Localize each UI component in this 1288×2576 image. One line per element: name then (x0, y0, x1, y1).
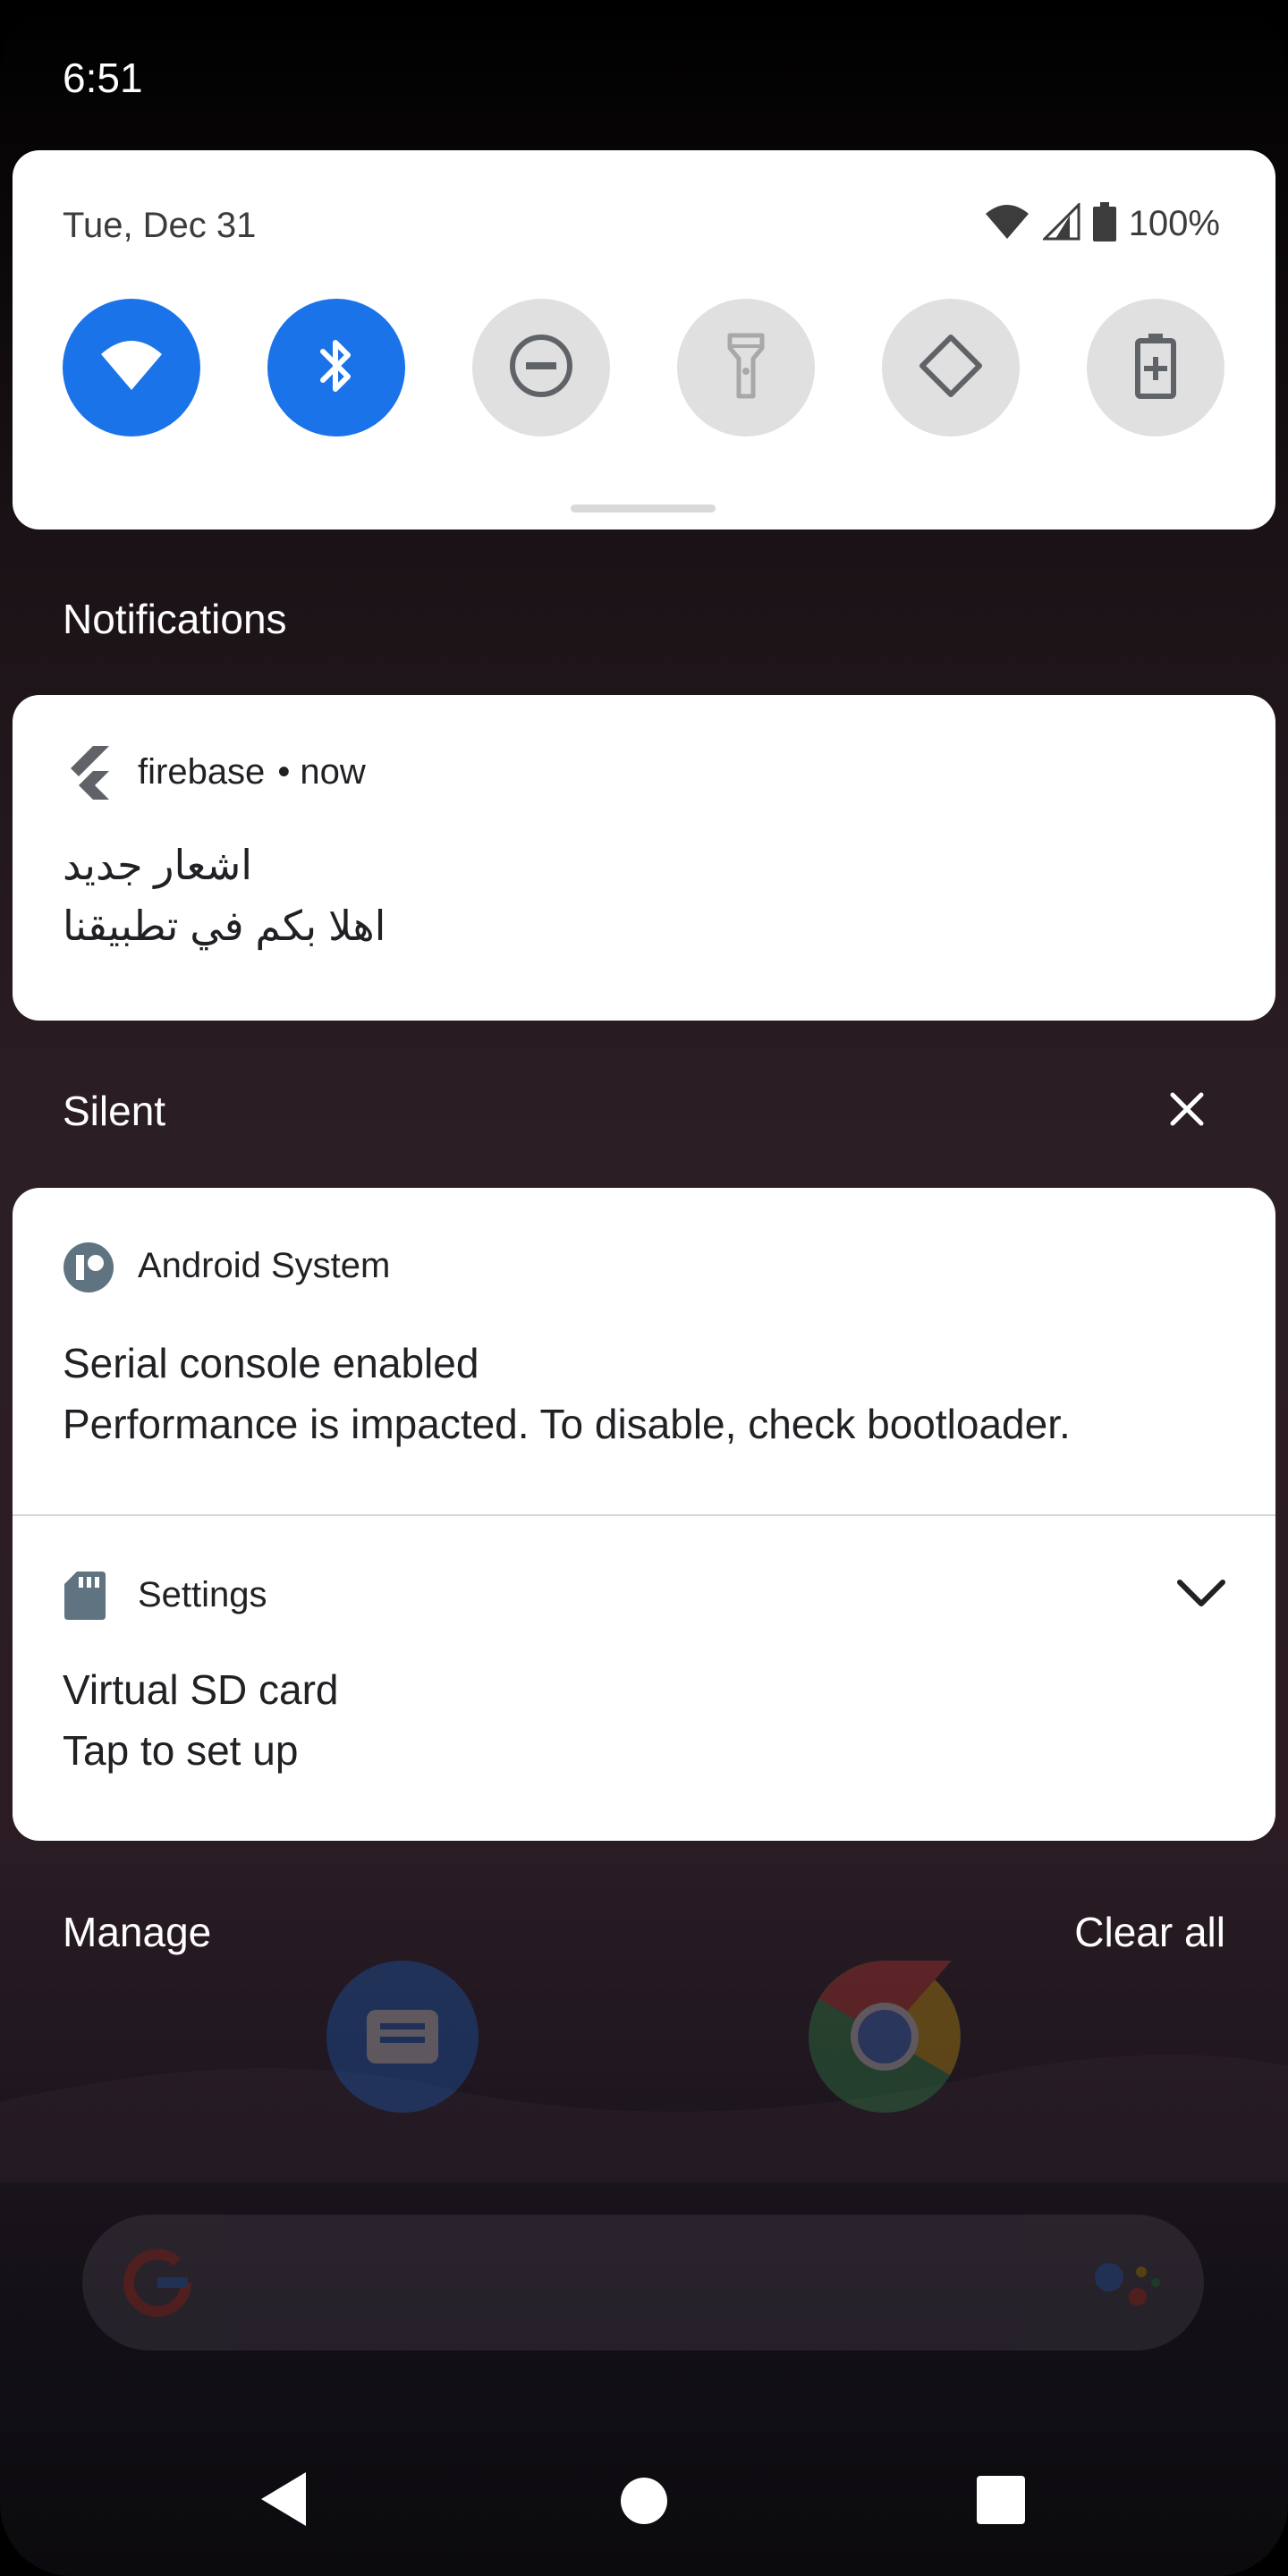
manage-button[interactable]: Manage (63, 1908, 211, 1956)
clear-all-button[interactable]: Clear all (1074, 1908, 1225, 1956)
chrome-app-icon[interactable] (809, 1961, 961, 2113)
android-screen: 6:51 Tue, Dec 31 100% Notifications fire… (0, 0, 1288, 2576)
do-not-disturb-tile[interactable] (472, 299, 610, 436)
notification-body: اهلا بكم في تطبيقنا (63, 902, 386, 949)
notification-title: Virtual SD card (63, 1666, 339, 1713)
notification-app-name: Android System (138, 1246, 391, 1285)
android-system-icon (63, 1241, 114, 1298)
android-system-notification[interactable]: Android System Serial console enabled Pe… (13, 1188, 1275, 1513)
assistant-icon[interactable] (1091, 2254, 1163, 2321)
do-not-disturb-icon (508, 333, 574, 403)
messages-app-icon[interactable] (326, 1961, 479, 2113)
silent-notification-group: Android System Serial console enabled Pe… (13, 1188, 1275, 1841)
home-icon[interactable] (621, 2478, 667, 2529)
quick-settings-panel: Tue, Dec 31 100% (13, 150, 1275, 530)
qs-drag-handle[interactable] (571, 504, 716, 513)
cell-signal-icon (1041, 201, 1080, 245)
firebase-notification[interactable]: firebase • now اشعار جديد اهلا بكم في تط… (13, 695, 1275, 1021)
notification-body: Performance is impacted. To disable, che… (63, 1401, 1071, 1447)
close-icon[interactable] (1169, 1091, 1205, 1131)
notification-app-name: firebase (138, 752, 266, 792)
qs-status-icons: 100% (984, 201, 1220, 246)
recents-icon[interactable] (977, 2476, 1025, 2529)
battery-icon (1092, 202, 1116, 246)
notifications-header: Notifications (63, 596, 287, 642)
auto-rotate-tile[interactable] (882, 299, 1020, 436)
silent-header: Silent (63, 1088, 166, 1134)
flashlight-tile[interactable] (677, 299, 815, 436)
status-time: 6:51 (63, 55, 143, 101)
battery-saver-tile[interactable] (1087, 299, 1224, 436)
bluetooth-icon (314, 334, 359, 402)
wallpaper-hills (0, 2039, 1288, 2182)
google-search-bar[interactable] (82, 2215, 1204, 2351)
notification-title: Serial console enabled (63, 1340, 479, 1386)
auto-rotate-icon (917, 332, 985, 404)
chevron-down-icon[interactable] (1176, 1579, 1226, 1614)
wifi-signal-icon (984, 203, 1030, 245)
settings-notification[interactable]: Settings Virtual SD card Tap to set up (13, 1516, 1275, 1841)
notification-body: Tap to set up (63, 1727, 299, 1774)
notification-title: اشعار جديد (63, 842, 253, 888)
battery-saver-icon (1134, 332, 1177, 404)
bluetooth-tile[interactable] (267, 299, 405, 436)
back-icon[interactable] (259, 2470, 309, 2532)
battery-percent: 100% (1128, 204, 1220, 243)
flashlight-icon (726, 332, 766, 404)
notification-app-name: Settings (138, 1575, 267, 1614)
notification-time: • now (277, 752, 366, 792)
wifi-icon (99, 340, 164, 396)
wifi-tile[interactable] (63, 299, 200, 436)
sd-card-icon (64, 1572, 106, 1624)
google-icon (122, 2247, 193, 2323)
qs-date: Tue, Dec 31 (63, 206, 257, 245)
flutter-icon (63, 744, 113, 804)
